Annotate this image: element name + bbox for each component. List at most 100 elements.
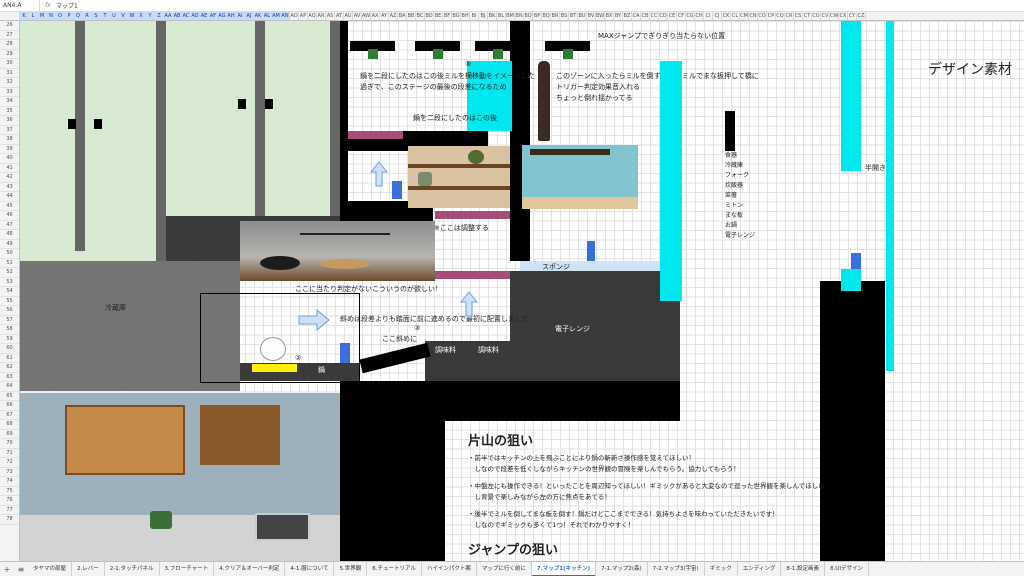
- column-header-cell[interactable]: CW: [830, 12, 839, 20]
- column-header-cell[interactable]: AY: [380, 12, 389, 20]
- sheet-tab[interactable]: 7.マップ1(キッチン): [531, 562, 597, 576]
- row-header-cell[interactable]: 55: [0, 297, 19, 306]
- column-header-cell[interactable]: CB: [641, 12, 650, 20]
- column-header-cell[interactable]: BP: [533, 12, 542, 20]
- column-header-cell[interactable]: CU: [812, 12, 821, 20]
- column-header-cell[interactable]: BZ: [623, 12, 632, 20]
- row-header-cell[interactable]: 75: [0, 487, 19, 496]
- column-header-cell[interactable]: P: [65, 12, 74, 20]
- column-header-cell[interactable]: AI: [236, 12, 245, 20]
- column-header-cell[interactable]: AL: [263, 12, 272, 20]
- column-header-cell[interactable]: CC: [650, 12, 659, 20]
- column-header-cell[interactable]: BG: [452, 12, 461, 20]
- row-header-cell[interactable]: 31: [0, 69, 19, 78]
- column-header-cell[interactable]: BS: [560, 12, 569, 20]
- column-header-cell[interactable]: AR: [317, 12, 326, 20]
- row-header-cell[interactable]: 30: [0, 59, 19, 69]
- column-header-cell[interactable]: AZ: [389, 12, 398, 20]
- column-header-cell[interactable]: BD: [425, 12, 434, 20]
- row-header-cell[interactable]: 32: [0, 78, 19, 88]
- column-header-cell[interactable]: CT: [803, 12, 812, 20]
- sheet-tab[interactable]: 2.レバー: [72, 562, 105, 576]
- row-header-cell[interactable]: 33: [0, 88, 19, 97]
- row-header-cell[interactable]: 40: [0, 154, 19, 164]
- sheet-tab[interactable]: 4.クリア＆オーバー判定: [214, 562, 286, 576]
- row-header-cell[interactable]: 42: [0, 173, 19, 183]
- row-header-cell[interactable]: 76: [0, 496, 19, 506]
- row-header-cell[interactable]: 49: [0, 240, 19, 249]
- column-header-cell[interactable]: Y: [146, 12, 155, 20]
- row-header-cell[interactable]: 77: [0, 506, 19, 515]
- row-header-cell[interactable]: 38: [0, 135, 19, 145]
- column-header-cell[interactable]: T: [101, 12, 110, 20]
- sheet-tab[interactable]: 7-1.マップ2(森): [596, 562, 648, 576]
- row-header-cell[interactable]: 34: [0, 97, 19, 107]
- column-header-cell[interactable]: BF: [443, 12, 452, 20]
- sheet-tab[interactable]: 4-1.服について: [285, 562, 335, 576]
- row-header-cell[interactable]: 58: [0, 325, 19, 335]
- formula-input[interactable]: マップ1: [56, 1, 78, 10]
- sheet-list-icon[interactable]: ≡: [14, 565, 28, 574]
- row-header-cell[interactable]: 68: [0, 420, 19, 430]
- sheet-tab[interactable]: 3.フローチャート: [160, 562, 215, 576]
- sheet-grid[interactable]: 冷蔵庫 電子レンジ 調味料 調味料 鍋 透明 半開き スポンジ MAXジャンプで…: [20, 21, 1024, 561]
- row-header-cell[interactable]: 51: [0, 259, 19, 268]
- column-header-cell[interactable]: BY: [614, 12, 623, 20]
- name-box[interactable]: AN4:A: [0, 0, 40, 11]
- column-header-cell[interactable]: CO: [758, 12, 767, 20]
- column-header-cell[interactable]: AP: [299, 12, 308, 20]
- column-header-cell[interactable]: AN: [281, 12, 290, 20]
- row-header-cell[interactable]: 56: [0, 306, 19, 316]
- row-header-cell[interactable]: 46: [0, 211, 19, 221]
- column-header-cell[interactable]: X: [137, 12, 146, 20]
- column-header-cell[interactable]: CF: [677, 12, 686, 20]
- row-header-cell[interactable]: 44: [0, 192, 19, 202]
- row-header-cell[interactable]: 60: [0, 344, 19, 354]
- column-header-cell[interactable]: AB: [173, 12, 182, 20]
- row-header-cell[interactable]: 67: [0, 411, 19, 420]
- column-header-cell[interactable]: CI: [704, 12, 713, 20]
- row-header-cell[interactable]: 62: [0, 363, 19, 373]
- row-header-cell[interactable]: 63: [0, 373, 19, 382]
- column-header-cell[interactable]: CR: [785, 12, 794, 20]
- row-header-cell[interactable]: 71: [0, 449, 19, 458]
- row-header-cell[interactable]: 70: [0, 439, 19, 449]
- row-header-cell[interactable]: 73: [0, 468, 19, 477]
- column-header-cell[interactable]: BJ: [479, 12, 488, 20]
- column-header-cell[interactable]: AW: [362, 12, 371, 20]
- column-header-cell[interactable]: BN: [515, 12, 524, 20]
- column-header-cell[interactable]: BC: [416, 12, 425, 20]
- column-header-cell[interactable]: BX: [605, 12, 614, 20]
- column-header-cell[interactable]: BT: [569, 12, 578, 20]
- column-header-cell[interactable]: CJ: [713, 12, 722, 20]
- row-header-cell[interactable]: 64: [0, 382, 19, 392]
- row-header-cell[interactable]: 26: [0, 21, 19, 31]
- column-header-cell[interactable]: V: [119, 12, 128, 20]
- sheet-tab[interactable]: 5.世界観: [334, 562, 368, 576]
- row-header-cell[interactable]: 52: [0, 268, 19, 278]
- sheet-tab[interactable]: 8.UIデザイン: [825, 562, 869, 576]
- row-header-cell[interactable]: 59: [0, 335, 19, 344]
- row-header-cell[interactable]: 47: [0, 221, 19, 230]
- column-header-cell[interactable]: CM: [740, 12, 749, 20]
- column-header-cell[interactable]: U: [110, 12, 119, 20]
- column-header-cell[interactable]: BU: [578, 12, 587, 20]
- sheet-tab[interactable]: 6.チュートリアル: [367, 562, 422, 576]
- column-header-cell[interactable]: CA: [632, 12, 641, 20]
- row-header-cell[interactable]: 72: [0, 458, 19, 468]
- row-header-cell[interactable]: 41: [0, 164, 19, 173]
- column-header-cell[interactable]: CK: [722, 12, 731, 20]
- column-header-cell[interactable]: W: [128, 12, 137, 20]
- column-header-cell[interactable]: BM: [506, 12, 515, 20]
- column-header-cell[interactable]: N: [47, 12, 56, 20]
- column-header-cell[interactable]: AJ: [245, 12, 254, 20]
- column-header-cell[interactable]: CS: [794, 12, 803, 20]
- column-header-cell[interactable]: S: [92, 12, 101, 20]
- column-header-cell[interactable]: AO: [290, 12, 299, 20]
- row-header-cell[interactable]: 39: [0, 145, 19, 154]
- column-header-cell[interactable]: BK: [488, 12, 497, 20]
- corner-cell[interactable]: [0, 12, 20, 20]
- column-header-cell[interactable]: AU: [344, 12, 353, 20]
- column-header-cell[interactable]: CG: [686, 12, 695, 20]
- row-header-cell[interactable]: 48: [0, 230, 19, 240]
